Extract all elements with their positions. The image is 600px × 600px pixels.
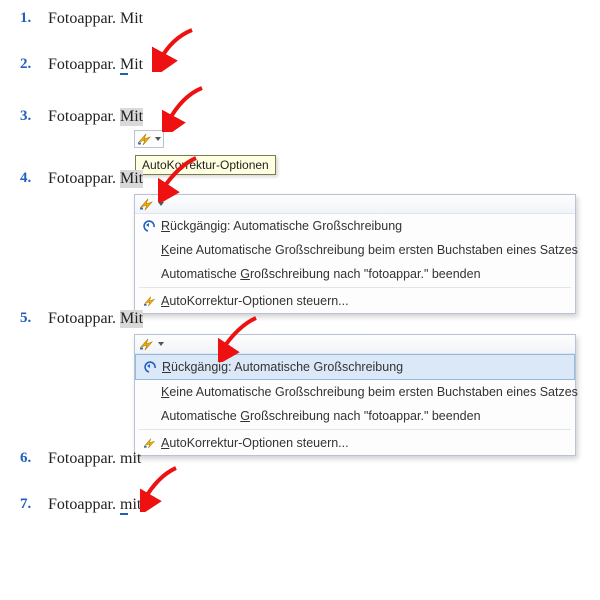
chevron-down-icon: [158, 202, 164, 206]
autocorrect-menu: Rückgängig: Automatische Großschreibung …: [134, 194, 576, 314]
menu-item-stop-after[interactable]: Automatische Großschreibung nach "fotoap…: [135, 404, 575, 428]
autocorrect-options-button[interactable]: AutoKorrektur-Optionen: [134, 130, 164, 148]
menu-label: Keine Automatische Großschreibung beim e…: [161, 243, 578, 257]
text-word: mit: [120, 450, 141, 467]
autocorrect-options-button[interactable]: [135, 195, 575, 214]
text-prefix: Fotoappar.: [48, 310, 120, 327]
step-text: Fotoappar. mit: [48, 496, 141, 514]
menu-label: AutoKorrektur-Optionen steuern...: [161, 436, 349, 450]
step-number: 5.: [20, 310, 48, 327]
annotation-arrow: [152, 26, 198, 72]
step-number: 4.: [20, 170, 48, 187]
annotation-arrow: [140, 466, 186, 512]
text-word-highlighted: Mit: [120, 170, 143, 188]
step-1: 1. Fotoappar. Mit: [20, 10, 580, 28]
step-number: 7.: [20, 496, 48, 513]
text-word: mit: [120, 496, 141, 513]
step-3: 3. Fotoappar. Mit AutoKorrektur-Optionen: [20, 108, 580, 126]
lightning-icon: [139, 337, 155, 351]
step-2: 2. Fotoappar. Mit: [20, 56, 580, 74]
chevron-down-icon: [155, 137, 161, 141]
lightning-icon: [139, 197, 155, 211]
menu-label: Rückgängig: Automatische Großschreibung: [162, 360, 403, 374]
text-prefix: Fotoappar.: [48, 450, 120, 467]
step-4: 4. Fotoappar. Mit Rückgängig: Automatisc…: [20, 170, 580, 188]
text-word-highlighted: Mit: [120, 108, 143, 126]
step-number: 2.: [20, 56, 48, 73]
lightning-icon: [139, 435, 161, 451]
step-text: Fotoappar. Mit: [48, 56, 143, 74]
text-word: Mit: [120, 10, 143, 27]
menu-item-no-auto[interactable]: Keine Automatische Großschreibung beim e…: [135, 238, 575, 262]
text-prefix: Fotoappar.: [48, 56, 120, 73]
step-number: 1.: [20, 10, 48, 27]
step-number: 6.: [20, 450, 48, 467]
step-text: Fotoappar. mit: [48, 450, 141, 468]
menu-label: Automatische Großschreibung nach "fotoap…: [161, 409, 481, 423]
text-word-highlighted: Mit: [120, 310, 143, 328]
text-prefix: Fotoappar.: [48, 170, 120, 187]
annotation-arrow: [162, 86, 208, 132]
text-prefix: Fotoappar.: [48, 496, 120, 513]
undo-icon: [139, 218, 161, 234]
autocorrect-mark[interactable]: [120, 73, 128, 75]
menu-label: AutoKorrektur-Optionen steuern...: [161, 294, 349, 308]
lightning-icon: [137, 132, 153, 146]
menu-separator: [139, 287, 571, 288]
step-text: Fotoappar. Mit: [48, 10, 143, 28]
menu-label: Rückgängig: Automatische Großschreibung: [161, 219, 402, 233]
step-6: 6. Fotoappar. mit: [20, 450, 580, 468]
menu-label: Keine Automatische Großschreibung beim e…: [161, 385, 578, 399]
text-word: Mit: [120, 56, 143, 73]
text-prefix: Fotoappar.: [48, 108, 120, 125]
chevron-down-icon: [158, 342, 164, 346]
step-text: Fotoappar. Mit Rückgängig: Automatische …: [48, 170, 143, 188]
menu-item-stop-after[interactable]: Automatische Großschreibung nach "fotoap…: [135, 262, 575, 286]
menu-item-undo[interactable]: Rückgängig: Automatische Großschreibung: [135, 214, 575, 238]
step-text: Fotoappar. Mit AutoKorrektur-Optionen: [48, 108, 143, 126]
autocorrect-menu: Rückgängig: Automatische Großschreibung …: [134, 334, 576, 456]
menu-item-undo[interactable]: Rückgängig: Automatische Großschreibung: [135, 354, 575, 380]
undo-icon: [140, 359, 162, 375]
step-7: 7. Fotoappar. mit: [20, 496, 580, 514]
autocorrect-mark[interactable]: [120, 513, 128, 515]
step-5: 5. Fotoappar. Mit Rückgängig: Automatisc…: [20, 310, 580, 328]
menu-label: Automatische Großschreibung nach "fotoap…: [161, 267, 481, 281]
text-prefix: Fotoappar.: [48, 10, 120, 27]
menu-separator: [139, 429, 571, 430]
step-number: 3.: [20, 108, 48, 125]
step-text: Fotoappar. Mit Rückgängig: Automatische …: [48, 310, 143, 328]
menu-item-no-auto[interactable]: Keine Automatische Großschreibung beim e…: [135, 380, 575, 404]
autocorrect-options-button[interactable]: [135, 335, 575, 354]
lightning-icon: [139, 293, 161, 309]
